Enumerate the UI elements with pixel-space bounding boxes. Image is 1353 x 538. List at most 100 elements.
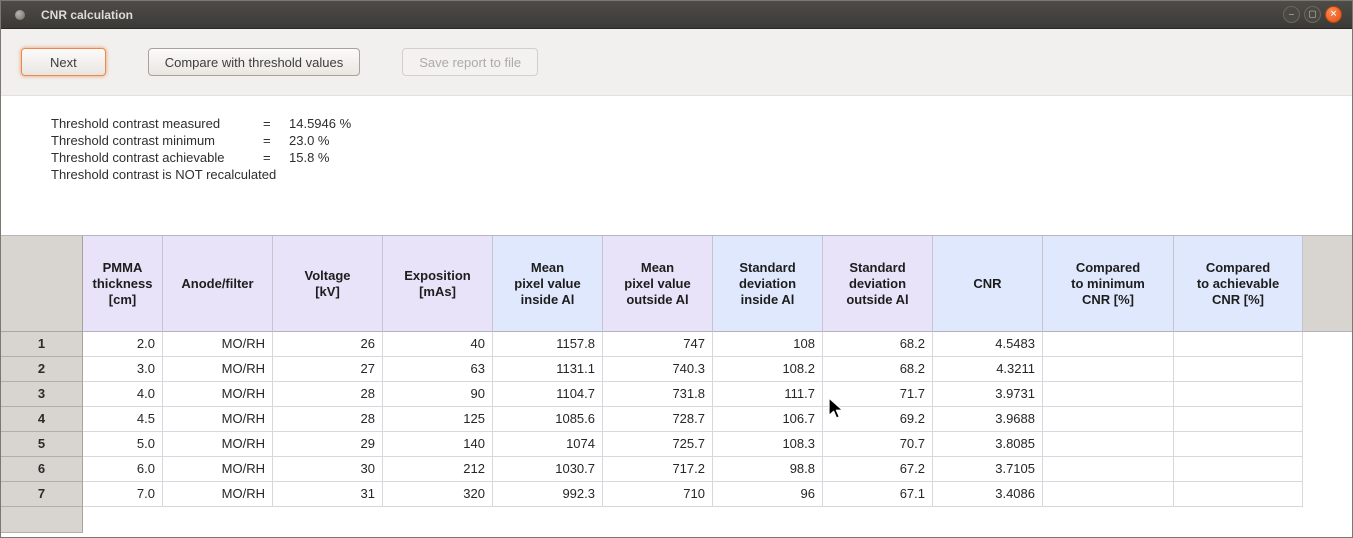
titlebar[interactable]: CNR calculation – ▢ ✕ — [1, 1, 1352, 29]
cell-std-outside-al[interactable]: 70.7 — [823, 432, 933, 457]
cell-exposition[interactable]: 40 — [383, 332, 493, 357]
cell-std-outside-al[interactable]: 71.7 — [823, 382, 933, 407]
cell-compared-achievable[interactable] — [1174, 407, 1303, 432]
column-header-std-outside-al[interactable]: Standard deviation outside Al — [823, 236, 933, 332]
cell-mean-outside-al[interactable]: 740.3 — [603, 357, 713, 382]
minimize-button[interactable]: – — [1283, 6, 1300, 23]
cell-compared-achievable[interactable] — [1174, 432, 1303, 457]
row-header[interactable]: 3 — [1, 382, 83, 407]
cell-voltage[interactable]: 29 — [273, 432, 383, 457]
column-header-compared-achievable[interactable]: Compared to achievable CNR [%] — [1174, 236, 1303, 332]
next-button[interactable]: Next — [21, 48, 106, 76]
column-header-pmma-thickness[interactable]: PMMA thickness [cm] — [83, 236, 163, 332]
cell-mean-inside-al[interactable]: 992.3 — [493, 482, 603, 507]
cell-std-inside-al[interactable]: 108 — [713, 332, 823, 357]
cell-compared-achievable[interactable] — [1174, 482, 1303, 507]
close-button[interactable]: ✕ — [1325, 6, 1342, 23]
row-header-partial[interactable] — [1, 507, 83, 533]
cell-std-inside-al[interactable]: 96 — [713, 482, 823, 507]
row-header[interactable]: 6 — [1, 457, 83, 482]
cell-cnr[interactable]: 3.9688 — [933, 407, 1043, 432]
cell-mean-inside-al[interactable]: 1157.8 — [493, 332, 603, 357]
cell-mean-outside-al[interactable]: 728.7 — [603, 407, 713, 432]
cell-voltage[interactable]: 28 — [273, 382, 383, 407]
row-header[interactable]: 7 — [1, 482, 83, 507]
cell-compared-minimum[interactable] — [1043, 332, 1174, 357]
cell-compared-minimum[interactable] — [1043, 482, 1174, 507]
cell-compared-minimum[interactable] — [1043, 407, 1174, 432]
column-header-mean-inside-al[interactable]: Mean pixel value inside Al — [493, 236, 603, 332]
cell-std-inside-al[interactable]: 98.8 — [713, 457, 823, 482]
cell-voltage[interactable]: 27 — [273, 357, 383, 382]
cell-compared-achievable[interactable] — [1174, 332, 1303, 357]
cell-exposition[interactable]: 320 — [383, 482, 493, 507]
column-header-anode-filter[interactable]: Anode/filter — [163, 236, 273, 332]
cell-std-inside-al[interactable]: 108.3 — [713, 432, 823, 457]
cell-anode-filter[interactable]: MO/RH — [163, 332, 273, 357]
column-header-cnr[interactable]: CNR — [933, 236, 1043, 332]
row-header[interactable]: 4 — [1, 407, 83, 432]
cell-cnr[interactable]: 3.4086 — [933, 482, 1043, 507]
column-header-std-inside-al[interactable]: Standard deviation inside Al — [713, 236, 823, 332]
cell-exposition[interactable]: 90 — [383, 382, 493, 407]
cell-cnr[interactable]: 3.9731 — [933, 382, 1043, 407]
cell-std-outside-al[interactable]: 68.2 — [823, 357, 933, 382]
cell-anode-filter[interactable]: MO/RH — [163, 482, 273, 507]
column-header-exposition[interactable]: Exposition [mAs] — [383, 236, 493, 332]
cell-exposition[interactable]: 212 — [383, 457, 493, 482]
column-header-compared-minimum[interactable]: Compared to minimum CNR [%] — [1043, 236, 1174, 332]
cell-compared-achievable[interactable] — [1174, 357, 1303, 382]
row-header[interactable]: 2 — [1, 357, 83, 382]
cell-pmma-thickness[interactable]: 2.0 — [83, 332, 163, 357]
cell-mean-outside-al[interactable]: 717.2 — [603, 457, 713, 482]
cell-std-outside-al[interactable]: 67.2 — [823, 457, 933, 482]
cell-cnr[interactable]: 3.8085 — [933, 432, 1043, 457]
column-header-voltage[interactable]: Voltage [kV] — [273, 236, 383, 332]
cell-mean-outside-al[interactable]: 731.8 — [603, 382, 713, 407]
cell-exposition[interactable]: 63 — [383, 357, 493, 382]
cell-std-inside-al[interactable]: 108.2 — [713, 357, 823, 382]
cell-cnr[interactable]: 3.7105 — [933, 457, 1043, 482]
cell-compared-minimum[interactable] — [1043, 357, 1174, 382]
cell-mean-inside-al[interactable]: 1074 — [493, 432, 603, 457]
cell-mean-inside-al[interactable]: 1085.6 — [493, 407, 603, 432]
cell-anode-filter[interactable]: MO/RH — [163, 457, 273, 482]
cell-pmma-thickness[interactable]: 3.0 — [83, 357, 163, 382]
cell-cnr[interactable]: 4.5483 — [933, 332, 1043, 357]
cell-pmma-thickness[interactable]: 4.5 — [83, 407, 163, 432]
cell-anode-filter[interactable]: MO/RH — [163, 357, 273, 382]
cell-mean-outside-al[interactable]: 725.7 — [603, 432, 713, 457]
cell-mean-outside-al[interactable]: 710 — [603, 482, 713, 507]
cell-std-outside-al[interactable]: 67.1 — [823, 482, 933, 507]
maximize-button[interactable]: ▢ — [1304, 6, 1321, 23]
row-header[interactable]: 5 — [1, 432, 83, 457]
cell-pmma-thickness[interactable]: 4.0 — [83, 382, 163, 407]
cell-exposition[interactable]: 140 — [383, 432, 493, 457]
cell-compared-minimum[interactable] — [1043, 432, 1174, 457]
cell-std-inside-al[interactable]: 106.7 — [713, 407, 823, 432]
column-header-mean-outside-al[interactable]: Mean pixel value outside Al — [603, 236, 713, 332]
cell-pmma-thickness[interactable]: 6.0 — [83, 457, 163, 482]
cell-exposition[interactable]: 125 — [383, 407, 493, 432]
cell-mean-outside-al[interactable]: 747 — [603, 332, 713, 357]
cell-voltage[interactable]: 31 — [273, 482, 383, 507]
cell-mean-inside-al[interactable]: 1030.7 — [493, 457, 603, 482]
cell-compared-minimum[interactable] — [1043, 382, 1174, 407]
cell-voltage[interactable]: 28 — [273, 407, 383, 432]
row-header[interactable]: 1 — [1, 332, 83, 357]
cell-std-outside-al[interactable]: 68.2 — [823, 332, 933, 357]
cell-compared-minimum[interactable] — [1043, 457, 1174, 482]
cell-std-inside-al[interactable]: 111.7 — [713, 382, 823, 407]
cell-mean-inside-al[interactable]: 1131.1 — [493, 357, 603, 382]
cell-cnr[interactable]: 4.3211 — [933, 357, 1043, 382]
cell-std-outside-al[interactable]: 69.2 — [823, 407, 933, 432]
cell-mean-inside-al[interactable]: 1104.7 — [493, 382, 603, 407]
cell-compared-achievable[interactable] — [1174, 382, 1303, 407]
cell-anode-filter[interactable]: MO/RH — [163, 407, 273, 432]
cell-voltage[interactable]: 26 — [273, 332, 383, 357]
cell-voltage[interactable]: 30 — [273, 457, 383, 482]
cell-anode-filter[interactable]: MO/RH — [163, 382, 273, 407]
cell-pmma-thickness[interactable]: 7.0 — [83, 482, 163, 507]
cell-pmma-thickness[interactable]: 5.0 — [83, 432, 163, 457]
compare-threshold-button[interactable]: Compare with threshold values — [148, 48, 360, 76]
